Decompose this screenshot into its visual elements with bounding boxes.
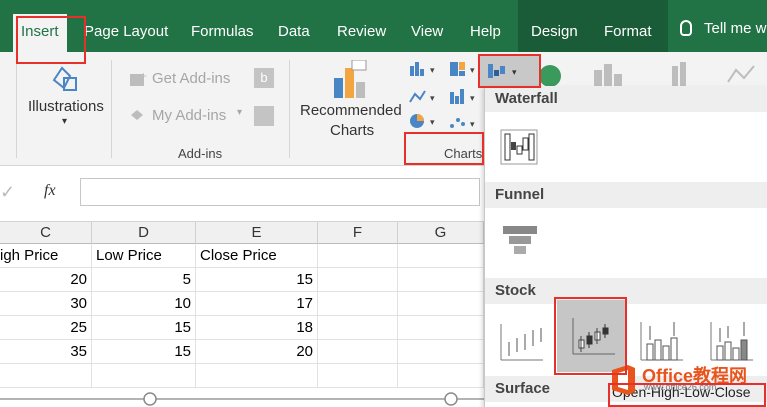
cell-f5[interactable] (318, 340, 398, 364)
excel-window: { "ribbon_tabs": [ {"label": "Insert"}, … (0, 0, 767, 407)
highlight-insert-tab (16, 16, 86, 64)
tell-me-search[interactable]: Tell me w (680, 20, 767, 37)
cell-c6[interactable] (0, 364, 92, 388)
cell-g2[interactable] (398, 268, 484, 292)
svg-text:▾: ▾ (430, 65, 435, 75)
cell-c2[interactable]: 20 (0, 268, 92, 292)
illustrations-dropdown-icon[interactable]: ▾ (62, 116, 67, 127)
ribbon-tab-bar: Insert Page Layout Formulas Data Review … (0, 0, 767, 52)
cell-d2[interactable]: 5 (92, 268, 196, 292)
ribbon-separator (111, 60, 112, 158)
line-chart-icon[interactable]: ▾ (408, 88, 440, 106)
addins-group-label: Add-ins (178, 146, 223, 161)
tab-help[interactable]: Help (470, 0, 501, 52)
cell-d5[interactable]: 15 (92, 340, 196, 364)
get-addins-button[interactable]: Get Add-ins (152, 70, 230, 87)
svg-text:▾: ▾ (430, 117, 435, 127)
cell-d1[interactable]: Low Price (92, 244, 196, 268)
tab-format[interactable]: Format (602, 0, 668, 52)
tab-page-layout[interactable]: Page Layout (84, 0, 168, 52)
stock-vhlc-option[interactable] (637, 318, 687, 366)
ribbon-separator (289, 60, 290, 158)
ribbon-separator (16, 60, 17, 158)
cell-f6[interactable] (318, 364, 398, 388)
cell-g5[interactable] (398, 340, 484, 364)
addins-icon (131, 110, 143, 120)
store-icon: + (130, 70, 147, 86)
cell-f1[interactable] (318, 244, 398, 268)
recommended-charts-button[interactable]: Recommended (300, 102, 402, 119)
stock-hlc-option[interactable] (497, 320, 547, 366)
cell-f3[interactable] (318, 292, 398, 316)
my-addins-dropdown-icon[interactable]: ▾ (237, 107, 242, 118)
3d-map-icon[interactable] (668, 60, 708, 88)
insert-function-button[interactable]: fx (44, 182, 56, 200)
my-addins-button[interactable]: My Add-ins (152, 107, 226, 124)
funnel-chart-option[interactable] (499, 220, 541, 260)
lightbulb-icon (680, 20, 692, 36)
chart-selection-frame[interactable] (0, 388, 484, 407)
stock-vohlc-option[interactable] (707, 318, 757, 366)
people-graph-icon[interactable] (254, 106, 274, 126)
illustrations-icon (52, 66, 77, 91)
svg-text:▾: ▾ (470, 65, 475, 75)
svg-text:+: + (140, 70, 147, 83)
column-header-g[interactable]: G (398, 222, 484, 244)
column-header-f[interactable]: F (318, 222, 398, 244)
resize-handle (444, 392, 458, 406)
bing-icon[interactable]: b (254, 68, 274, 88)
resize-handle (143, 392, 157, 406)
tab-design[interactable]: Design (518, 0, 602, 52)
svg-text:▾: ▾ (470, 93, 475, 103)
column-chart-icon[interactable]: ▾ (408, 60, 440, 78)
highlight-charts-group (404, 132, 484, 165)
svg-text:▾: ▾ (430, 93, 435, 103)
cell-g4[interactable] (398, 316, 484, 340)
tab-formulas[interactable]: Formulas (191, 0, 254, 52)
scatter-chart-icon[interactable]: ▾ (448, 114, 480, 132)
column-header-d[interactable]: D (92, 222, 196, 244)
cell-d3[interactable]: 10 (92, 292, 196, 316)
cell-d6[interactable] (92, 364, 196, 388)
cell-e5[interactable]: 20 (196, 340, 318, 364)
illustrations-button[interactable]: Illustrations (28, 98, 104, 115)
cell-f2[interactable] (318, 268, 398, 292)
highlight-ohlc-option (554, 297, 627, 375)
column-header-e[interactable]: E (196, 222, 318, 244)
cell-e3[interactable]: 17 (196, 292, 318, 316)
tell-me-label: Tell me w (704, 20, 767, 37)
tab-view[interactable]: View (411, 0, 443, 52)
section-funnel: Funnel (485, 182, 767, 208)
highlight-waterfall-button (478, 54, 541, 88)
highlight-tooltip (608, 383, 766, 407)
cell-c1[interactable]: igh Price (0, 244, 92, 268)
cell-g1[interactable] (398, 244, 484, 268)
formula-input[interactable] (80, 178, 480, 206)
cell-g6[interactable] (398, 364, 484, 388)
cell-e1[interactable]: Close Price (196, 244, 318, 268)
cell-e2[interactable]: 15 (196, 268, 318, 292)
statistic-chart-icon[interactable]: ▾ (448, 88, 480, 106)
cell-c4[interactable]: 25 (0, 316, 92, 340)
cell-c3[interactable]: 30 (0, 292, 92, 316)
hierarchy-chart-icon[interactable]: ▾ (448, 60, 480, 78)
section-waterfall: Waterfall (485, 86, 767, 112)
tab-data[interactable]: Data (278, 0, 310, 52)
cell-g3[interactable] (398, 292, 484, 316)
recommended-charts-label-2: Charts (330, 122, 375, 139)
pie-chart-icon[interactable]: ▾ (408, 112, 440, 130)
cell-c5[interactable]: 35 (0, 340, 92, 364)
enter-icon[interactable]: ✓ (0, 182, 15, 203)
recommended-charts-icon (334, 60, 367, 98)
column-header-c[interactable]: C (0, 222, 92, 244)
pivot-chart-icon[interactable] (590, 60, 630, 88)
svg-text:▾: ▾ (470, 119, 475, 129)
cell-e4[interactable]: 18 (196, 316, 318, 340)
waterfall-chart-option[interactable] (499, 126, 541, 166)
tab-review[interactable]: Review (337, 0, 386, 52)
cell-e6[interactable] (196, 364, 318, 388)
cell-f4[interactable] (318, 316, 398, 340)
cell-d4[interactable]: 15 (92, 316, 196, 340)
